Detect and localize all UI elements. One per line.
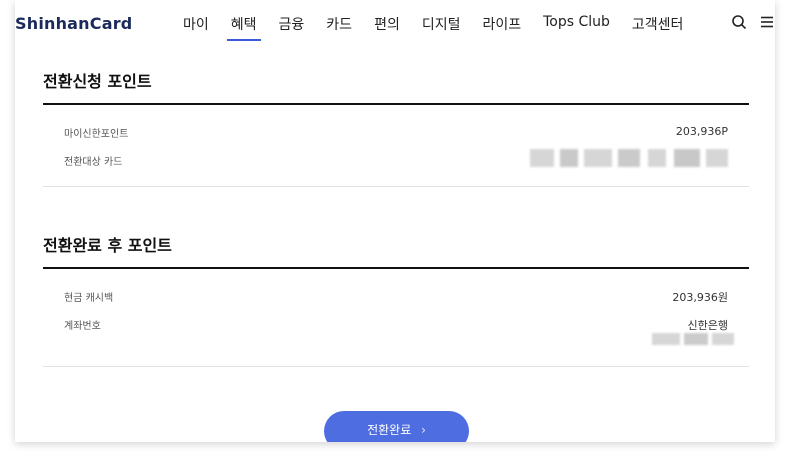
- nav-item-card[interactable]: 카드: [326, 14, 352, 40]
- point-row-account: 계좌번호 신한은행: [64, 317, 734, 347]
- row-value: 신한은행: [687, 319, 728, 332]
- point-row-cashback: 현금 캐시백 203,936원: [64, 289, 728, 304]
- apply-points-title: 전환신청 포인트: [43, 72, 152, 91]
- completed-points-title: 전환완료 후 포인트: [43, 236, 172, 255]
- nav-item-convenience[interactable]: 편의: [374, 14, 400, 40]
- header-icons: [731, 14, 775, 30]
- nav-item-tops-club[interactable]: Tops Club: [543, 14, 610, 40]
- top-header: ShinhanCard 마이 혜택 금융 카드 편의 디지털 라이프 Tops …: [15, 0, 775, 48]
- row-value: 203,936원: [672, 291, 728, 304]
- menu-icon[interactable]: [759, 14, 775, 30]
- section-bottom-divider: [43, 366, 749, 367]
- chevron-right-icon: ›: [421, 423, 426, 437]
- page-frame: ShinhanCard 마이 혜택 금융 카드 편의 디지털 라이프 Tops …: [15, 0, 775, 442]
- button-label: 전환완료: [367, 423, 412, 437]
- section-divider: [43, 103, 749, 105]
- row-label: 현금 캐시백: [64, 293, 114, 304]
- point-row-target-card: 전환대상 카드: [64, 149, 728, 173]
- row-label: 마이신한포인트: [64, 129, 129, 140]
- row-label: 계좌번호: [64, 321, 101, 332]
- conversion-complete-button[interactable]: 전환완료 ›: [324, 411, 469, 442]
- section-bottom-divider: [43, 186, 749, 187]
- nav-item-benefits[interactable]: 혜택: [226, 14, 261, 41]
- section-divider: [43, 267, 749, 269]
- apply-points-section: 전환신청 포인트 마이신한포인트 203,936P 전환대상 카드: [43, 68, 749, 188]
- nav-item-my[interactable]: 마이: [183, 14, 209, 40]
- nav-item-customer-center[interactable]: 고객센터: [632, 14, 684, 40]
- nav-item-digital[interactable]: 디지털: [422, 14, 461, 40]
- row-label: 전환대상 카드: [64, 157, 123, 168]
- nav-item-finance[interactable]: 금융: [279, 14, 305, 40]
- search-icon[interactable]: [731, 14, 747, 30]
- nav-item-life[interactable]: 라이프: [482, 14, 521, 40]
- shinhancard-logo[interactable]: ShinhanCard: [15, 14, 132, 33]
- point-row-my-shinhan: 마이신한포인트 203,936P: [64, 125, 728, 140]
- row-value: 203,936P: [675, 125, 728, 138]
- main-nav: 마이 혜택 금융 카드 편의 디지털 라이프 Tops Club 고객센터: [183, 14, 705, 41]
- completed-points-section: 전환완료 후 포인트 현금 캐시백 203,936원 계좌번호 신한은행: [43, 232, 749, 370]
